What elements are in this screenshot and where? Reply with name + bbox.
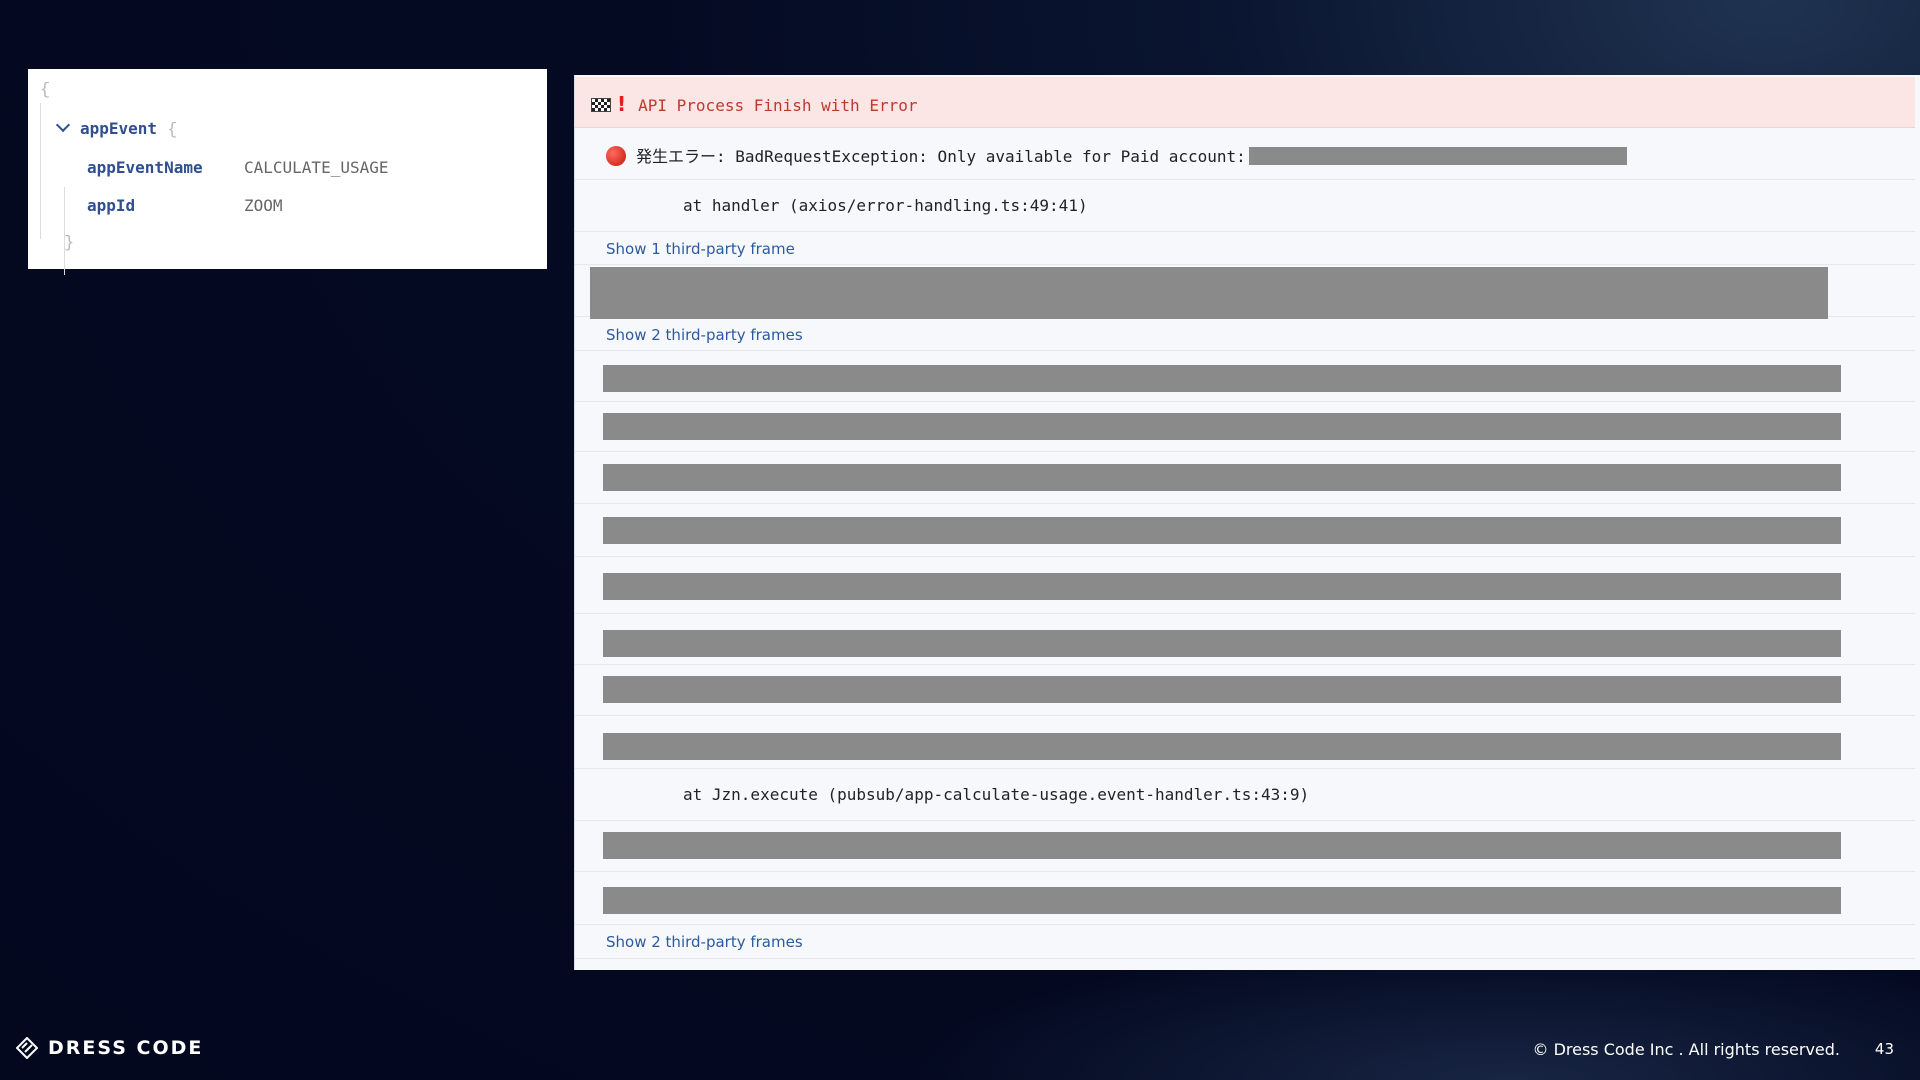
json-key-appevent: appEvent xyxy=(80,119,158,138)
log-row-link[interactable]: Show 2 third-party frames xyxy=(575,317,1915,351)
copyright-text: © Dress Code Inc . All rights reserved. xyxy=(1532,1040,1840,1059)
show-third-party-frames-link[interactable]: Show 2 third-party frames xyxy=(606,326,803,344)
log-row-redacted xyxy=(575,504,1915,557)
redacted-block xyxy=(1249,147,1627,165)
log-header-title: API Process Finish with Error xyxy=(638,96,918,115)
brand-mark-icon xyxy=(16,1037,38,1059)
log-row-stack[interactable]: at handler (axios/error-handling.ts:49:4… xyxy=(575,180,1915,232)
brand-logo: DRESS CODE xyxy=(16,1037,203,1059)
indent-guide xyxy=(40,103,41,239)
checkered-flag-icon xyxy=(591,98,611,112)
log-row-redacted xyxy=(575,872,1915,925)
json-inner-close-brace: } xyxy=(64,234,75,253)
log-header: ! API Process Finish with Error xyxy=(575,77,1915,128)
exclamation-icon: ! xyxy=(617,92,627,116)
redacted-block xyxy=(603,517,1841,544)
log-row-redacted xyxy=(575,265,1915,319)
chevron-down-icon[interactable] xyxy=(55,117,71,133)
error-log-panel: ! API Process Finish with Error 発生エラー: Ba… xyxy=(574,75,1920,970)
red-circle-icon xyxy=(606,146,626,166)
redacted-block xyxy=(603,365,1841,392)
indent-guide-inner xyxy=(64,187,65,275)
json-key-appevent-row[interactable]: appEvent { xyxy=(80,119,177,140)
log-row-redacted xyxy=(575,614,1915,665)
log-row-error[interactable]: 発生エラー: BadRequestException: Only availab… xyxy=(575,128,1915,180)
log-row-redacted xyxy=(575,716,1915,769)
stack-frame-text: at Jzn.execute (pubsub/app-calculate-usa… xyxy=(683,785,1310,804)
json-payload-panel: { appEvent { appEventName CALCULATE_USAG… xyxy=(28,69,547,275)
json-field-value: CALCULATE_USAGE xyxy=(244,158,389,177)
json-field-key: appEventName xyxy=(87,158,203,177)
redacted-block xyxy=(603,413,1841,440)
log-row-redacted xyxy=(575,402,1915,452)
redacted-block xyxy=(603,733,1841,760)
redacted-block xyxy=(603,832,1841,859)
error-message: 発生エラー: BadRequestException: Only availab… xyxy=(636,147,1246,166)
redacted-block xyxy=(603,573,1841,600)
log-row-redacted xyxy=(575,351,1915,402)
log-row-redacted xyxy=(575,821,1915,872)
redacted-block xyxy=(590,267,1828,319)
redacted-block xyxy=(603,676,1841,703)
json-open-brace: { xyxy=(40,81,51,100)
page-number: 43 xyxy=(1874,1040,1894,1058)
log-row-stack[interactable]: at Jzn.execute (pubsub/app-calculate-usa… xyxy=(575,769,1915,821)
redacted-block xyxy=(603,464,1841,491)
log-row-link[interactable]: Show 1 third-party frame xyxy=(575,232,1915,265)
show-third-party-frame-link[interactable]: Show 1 third-party frame xyxy=(606,240,795,258)
json-field-value: ZOOM xyxy=(244,196,283,215)
json-inner-open-brace: { xyxy=(167,121,178,140)
brand-name: DRESS CODE xyxy=(48,1037,204,1059)
stack-frame-text: at handler (axios/error-handling.ts:49:4… xyxy=(683,196,1088,215)
log-row-redacted xyxy=(575,557,1915,614)
log-row-link[interactable]: Show 2 third-party frames xyxy=(575,925,1915,959)
redacted-block xyxy=(603,887,1841,914)
log-row-redacted xyxy=(575,452,1915,504)
show-third-party-frames-link[interactable]: Show 2 third-party frames xyxy=(606,933,803,951)
log-row-redacted xyxy=(575,665,1915,716)
redacted-block xyxy=(603,630,1841,657)
json-field-key: appId xyxy=(87,196,136,215)
